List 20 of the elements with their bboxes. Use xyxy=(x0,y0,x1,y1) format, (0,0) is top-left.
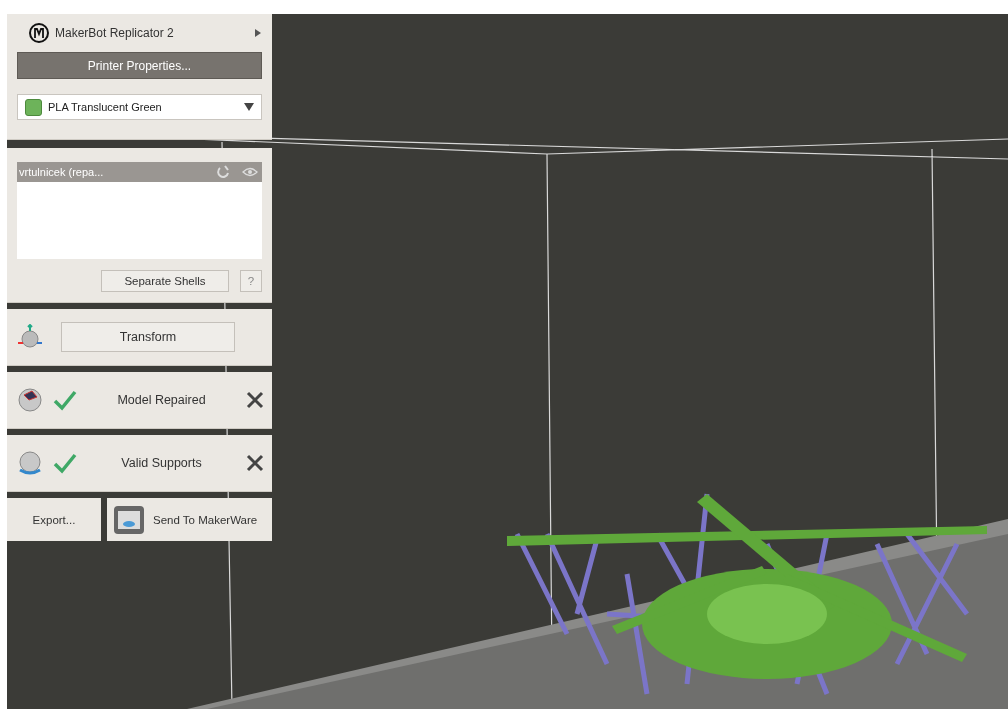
caret-icon xyxy=(244,103,254,111)
eye-icon xyxy=(242,167,258,177)
transform-button[interactable]: Transform xyxy=(61,322,235,352)
material-label: PLA Translucent Green xyxy=(48,101,163,113)
object-name: vrtulnicek (repa... xyxy=(19,166,105,178)
status-label: Valid Supports xyxy=(120,456,203,470)
export-button[interactable]: Export... xyxy=(7,498,101,541)
expand-arrow-icon xyxy=(254,28,262,38)
printer-name: MakerBot Replicator 2 xyxy=(55,26,175,40)
separate-shells-button[interactable]: Separate Shells xyxy=(101,270,229,292)
printer-icon xyxy=(113,504,145,535)
material-dropdown[interactable]: PLA Translucent Green xyxy=(17,94,262,120)
button-label: Send To MakerWare xyxy=(153,513,258,526)
send-to-makerware-button[interactable]: Send To MakerWare xyxy=(107,498,272,541)
printer-properties-button[interactable]: Printer Properties... xyxy=(17,52,262,79)
status-label: Model Repaired xyxy=(116,393,207,407)
sphere-icon xyxy=(17,450,43,476)
sphere-icon xyxy=(17,387,43,413)
transform-sphere-icon xyxy=(17,324,43,350)
logo-icon xyxy=(29,23,49,43)
